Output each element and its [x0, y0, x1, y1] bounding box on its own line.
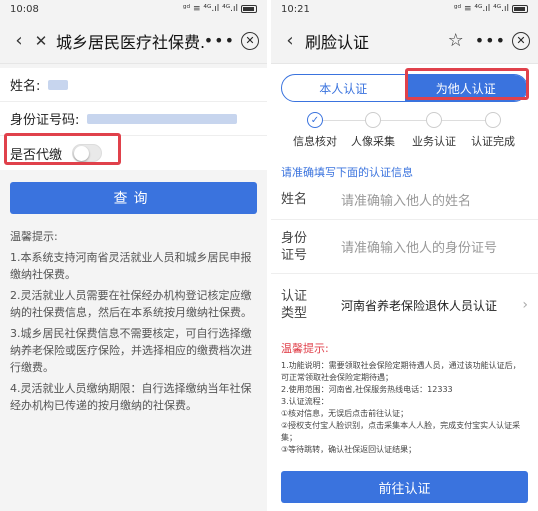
left-screen: 10:08 ᵍᵈ ≡ ⁴ᴳ.ıl ⁴ᴳ.ıl ‹ ✕ 城乡居民医疗社保费... …	[0, 0, 267, 511]
exit-icon[interactable]: ✕	[241, 31, 259, 50]
auth-type-label: 认证类型	[281, 289, 308, 321]
nav-bar: ‹ ✕ 城乡居民医疗社保费... ••• ✕	[0, 18, 267, 64]
step-item: 认证完成	[461, 112, 525, 149]
step-label: 业务认证	[412, 135, 456, 148]
battery-icon	[512, 5, 528, 13]
highlight-box-other-auth	[405, 68, 529, 100]
name-label: 姓名	[281, 192, 308, 207]
tip-item: 1.本系统支持河南省灵活就业人员和城乡居民申报缴纳社保费。	[10, 251, 252, 281]
more-icon[interactable]: •••	[475, 31, 506, 50]
step-label: 人像采集	[351, 135, 395, 148]
tip-item: 4.灵活就业人员缴纳期限：自行选择缴纳当年社保经办机构已传递的按月缴纳的社保费。	[10, 382, 252, 412]
exit-icon[interactable]: ✕	[512, 31, 530, 50]
step-dot-icon	[365, 112, 381, 128]
step-item: 人像采集	[341, 112, 405, 149]
tips-title: 温馨提示:	[10, 230, 58, 243]
progress-steps: ✓ 信息核对 人像采集 业务认证 认证完成	[271, 110, 538, 156]
page-title: 刷脸认证	[305, 32, 370, 52]
id-value-masked	[87, 113, 238, 124]
id-label: 身份证号	[281, 230, 308, 263]
tip-item: 2.灵活就业人员需要在社保经办机构登记核定应缴纳的社保费信息，然后在本系统按月缴…	[10, 289, 252, 319]
tip-item: ③等待跳转，确认社保返回认证结果；	[281, 445, 417, 454]
query-button[interactable]: 查询	[10, 182, 257, 214]
step-label: 认证完成	[471, 135, 515, 148]
chevron-right-icon: ›	[522, 297, 528, 313]
close-icon[interactable]: ✕	[30, 32, 52, 50]
step-dot-icon	[485, 112, 501, 128]
back-icon[interactable]: ‹	[279, 30, 301, 51]
tips-title: 温馨提示:	[281, 342, 329, 355]
battery-icon	[241, 5, 257, 13]
signal-icons: ᵍᵈ ≡ ⁴ᴳ.ıl ⁴ᴳ.ıl	[182, 4, 238, 14]
section-title: 请准确填写下面的认证信息	[281, 166, 413, 179]
status-bar: 10:21 ᵍᵈ ≡ ⁴ᴳ.ıl ⁴ᴳ.ıl	[271, 0, 538, 18]
id-label: 身份证号码:	[10, 113, 80, 128]
status-time: 10:21	[281, 3, 310, 15]
check-icon: ✓	[307, 112, 323, 128]
step-label: 信息核对	[293, 135, 337, 148]
id-row: 身份证号码:	[0, 102, 267, 136]
more-icon[interactable]: •••	[204, 31, 235, 50]
signal-icons: ᵍᵈ ≡ ⁴ᴳ.ıl ⁴ᴳ.ıl	[453, 4, 509, 14]
tip-item: 1.功能说明：需要领取社会保险定期待遇人员，通过该功能认证后，可正常领取社会保险…	[281, 361, 521, 382]
step-dot-icon	[426, 112, 442, 128]
name-input[interactable]: 请准确输入他人的姓名	[341, 190, 471, 209]
status-time: 10:08	[10, 3, 39, 15]
tip-item: 3.城乡居民社保费信息不需要核定，可自行选择缴纳养老保险或医疗保险，并选择相应的…	[10, 327, 252, 374]
star-icon[interactable]: ☆	[445, 30, 467, 51]
id-row: 身份证号 请准确输入他人的身份证号	[271, 220, 538, 274]
highlight-box-proxy	[4, 133, 121, 165]
tips-section: 温馨提示: 1.本系统支持河南省灵活就业人员和城乡居民申报缴纳社保费。 2.灵活…	[0, 214, 267, 414]
tip-item: 3.认证流程：	[281, 397, 329, 406]
nav-bar: ‹ 刷脸认证 ☆ ••• ✕	[271, 18, 538, 64]
tip-item: ①核对信息，无误后点击前往认证；	[281, 409, 409, 418]
name-value-masked	[48, 79, 69, 90]
name-row: 姓名 请准确输入他人的姓名	[271, 180, 538, 220]
tips-section: 1.功能说明：需要领取社会保险定期待遇人员，通过该功能认证后，可正常领取社会保险…	[271, 360, 538, 456]
auth-type-row[interactable]: 认证类型 河南省养老保险退休人员认证 ›	[271, 274, 538, 336]
go-auth-button[interactable]: 前往认证	[281, 471, 528, 503]
status-bar: 10:08 ᵍᵈ ≡ ⁴ᴳ.ıl ⁴ᴳ.ıl	[0, 0, 267, 18]
status-icons: ᵍᵈ ≡ ⁴ᴳ.ıl ⁴ᴳ.ıl	[454, 4, 528, 14]
tab-self-auth[interactable]: 本人认证	[282, 75, 405, 101]
auth-type-value[interactable]: 河南省养老保险退休人员认证	[341, 297, 497, 314]
step-item: 业务认证	[402, 112, 466, 149]
page-title: 城乡居民医疗社保费...	[56, 32, 204, 52]
step-item: ✓ 信息核对	[283, 112, 347, 149]
tip-item: 2.使用范围：河南省,社保服务热线电话：12333	[281, 385, 453, 394]
name-label: 姓名:	[10, 79, 41, 94]
id-input[interactable]: 请准确输入他人的身份证号	[341, 237, 497, 256]
right-screen: 10:21 ᵍᵈ ≡ ⁴ᴳ.ıl ⁴ᴳ.ıl ‹ 刷脸认证 ☆ ••• ✕ 本人…	[271, 0, 538, 511]
tip-item: ②授权支付宝人脸识别，点击采集本人人脸，完成支付宝实人认证采集；	[281, 421, 521, 442]
name-row: 姓名:	[0, 68, 267, 102]
status-icons: ᵍᵈ ≡ ⁴ᴳ.ıl ⁴ᴳ.ıl	[183, 4, 257, 14]
back-icon[interactable]: ‹	[8, 30, 30, 51]
